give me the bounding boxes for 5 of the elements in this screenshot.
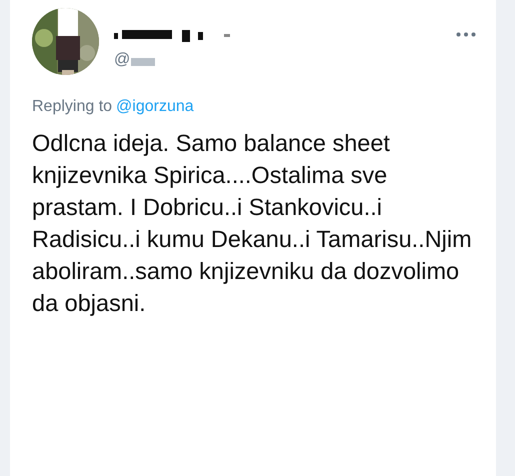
- mention-link[interactable]: @igorzuna: [116, 95, 194, 119]
- more-options-icon[interactable]: [456, 32, 476, 37]
- user-handle: @: [114, 50, 130, 70]
- tweet-text: Odlcna ideja. Samo balance sheet knjizevnika Spirica....Ostalima sve prastam. I Dobricu..i Stankovicu..i Radisicu..i kumu Dekanu..i Tamarisu..Njim aboliram..samo knjizevniku da dozvolimo da objasni.: [32, 129, 473, 318]
- replying-label: Replying to: [32, 97, 112, 117]
